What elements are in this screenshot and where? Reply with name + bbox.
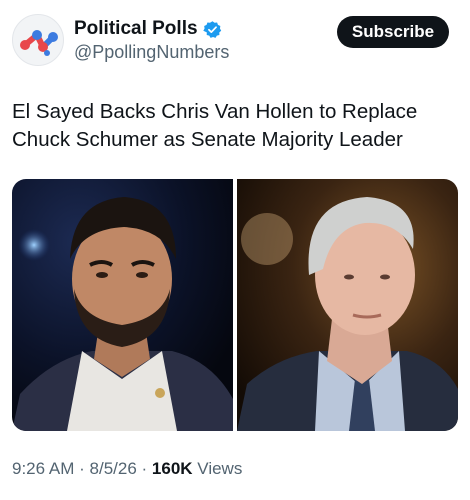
subscribe-button[interactable]: Subscribe xyxy=(337,16,449,48)
tweet-meta: 9:26 AM · 8/5/26 · 160K Views xyxy=(12,459,242,479)
tweet-header: Political Polls @PpollingNumbers Subscri… xyxy=(0,0,470,80)
meta-separator: · xyxy=(79,459,85,478)
post-time[interactable]: 9:26 AM xyxy=(12,459,74,478)
tweet-media xyxy=(12,179,458,431)
views-count: 160K xyxy=(151,459,193,478)
views-label: Views xyxy=(197,459,243,478)
display-name[interactable]: Political Polls xyxy=(74,18,198,40)
political-polls-logo-icon xyxy=(20,30,58,56)
man-gray-hair-suit-photo xyxy=(237,179,458,431)
tweet-text: El Sayed Backs Chris Van Hollen to Repla… xyxy=(12,100,418,151)
media-photo-2[interactable] xyxy=(237,179,458,431)
name-row: Political Polls xyxy=(74,18,222,40)
meta-separator: · xyxy=(141,459,148,478)
man-dark-hair-beard-photo xyxy=(12,179,233,431)
post-date[interactable]: 8/5/26 xyxy=(90,459,137,478)
account-avatar[interactable] xyxy=(12,14,64,66)
verified-badge-icon xyxy=(202,20,221,38)
media-photo-1[interactable] xyxy=(12,179,233,431)
account-handle[interactable]: @PpollingNumbers xyxy=(74,42,229,63)
